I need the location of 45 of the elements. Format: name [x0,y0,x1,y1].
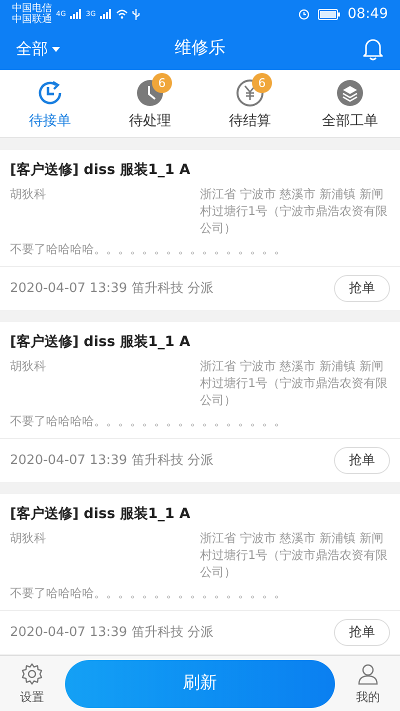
tab[interactable]: 全部工单 [300,70,400,137]
order-title: [客户送修] diss 服装1_1 A [10,504,192,524]
grab-order-button[interactable]: 抢单 [334,446,390,474]
settings-icon [20,662,44,686]
grab-order-button[interactable]: 抢单 [334,618,390,646]
remark-text: 不要了哈哈哈哈。。。。。。。。。。。。。。。。 [10,585,287,602]
user-icon [356,662,380,686]
address-text: 浙江省 宁波市 慈溪市 新浦镇 新闸村过塘行1号（宁波市鼎浩农资有限公司） [200,530,389,581]
remark-text: 不要了哈哈哈哈。。。。。。。。。。。。。。。。 [10,241,287,258]
customer-name: 胡狄科 [10,530,46,547]
usb-icon [132,8,140,20]
order-title: [客户送修] diss 服装1_1 A [10,332,192,352]
wifi-icon [116,9,128,19]
tab[interactable]: 6 待处理 [100,70,200,137]
assignment-info: 2020-04-07 13:39 笛升科技 分派 [10,624,214,642]
assignment-info: 2020-04-07 13:39 笛升科技 分派 [10,280,214,298]
notification-button[interactable] [362,37,384,61]
address-text: 浙江省 宁波市 慈溪市 新浦镇 新闸村过塘行1号（宁波市鼎浩农资有限公司） [200,186,389,237]
clock-refresh-icon [36,78,64,106]
settings-button[interactable]: 设置 [10,662,54,706]
signal-icon [70,9,82,19]
profile-button[interactable]: 我的 [346,662,390,706]
grab-order-button[interactable]: 抢单 [334,274,390,302]
remark-text: 不要了哈哈哈哈。。。。。。。。。。。。。。。。 [10,413,287,430]
filter-dropdown[interactable]: 全部 [16,37,60,61]
signal-icon [100,9,112,19]
clock-time: 08:49 [348,4,388,24]
count-badge: 6 [152,72,172,92]
order-title: [客户送修] diss 服装1_1 A [10,160,192,180]
screen-title: 维修乐 [174,37,226,60]
customer-name: 胡狄科 [10,186,46,203]
carrier-name: 中国联通 [12,14,52,25]
count-badge: 6 [252,72,272,92]
battery-icon [318,8,340,20]
assignment-info: 2020-04-07 13:39 笛升科技 分派 [10,452,214,470]
customer-name: 胡狄科 [10,358,46,375]
address-text: 浙江省 宁波市 慈溪市 新浦镇 新闸村过塘行1号（宁波市鼎浩农资有限公司） [200,358,389,409]
caret-icon [52,46,60,52]
tab[interactable]: 6 待结算 [200,70,300,137]
tab[interactable]: 待接单 [0,70,100,137]
alarm-icon [298,8,310,20]
yen-icon [236,78,264,106]
carrier-name: 中国电信 [12,3,52,14]
layers-icon [336,78,364,106]
bell-icon [362,37,384,61]
